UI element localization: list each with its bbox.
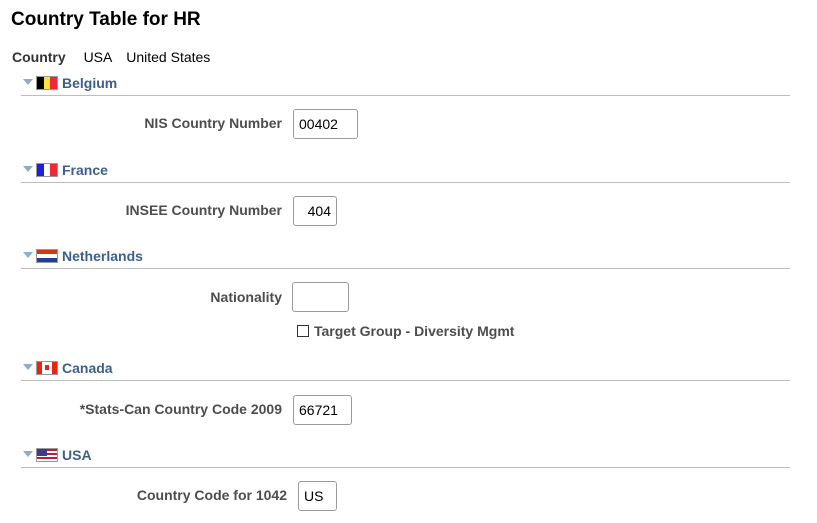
insee-country-number-input[interactable]: 404: [293, 196, 337, 226]
stats-can-country-code-input[interactable]: 66721: [293, 395, 352, 425]
belgium-flag-icon: [36, 76, 58, 90]
section-title[interactable]: France: [62, 162, 108, 178]
country-code-1042-label: Country Code for 1042: [136, 487, 287, 503]
section-netherlands: Netherlands: [21, 246, 790, 269]
insee-country-number-label: INSEE Country Number: [125, 202, 282, 218]
country-code: USA: [83, 49, 113, 65]
section-header-usa[interactable]: USA: [21, 445, 790, 468]
netherlands-flag-icon: [36, 249, 58, 263]
section-header-netherlands[interactable]: Netherlands: [21, 246, 790, 269]
section-usa: USA: [21, 445, 790, 468]
nationality-label: Nationality: [210, 289, 282, 305]
collapse-triangle-icon[interactable]: [23, 364, 33, 370]
country-key-row: Country USA United States: [12, 49, 210, 65]
section-header-belgium[interactable]: Belgium: [21, 73, 790, 96]
target-group-checkbox-label[interactable]: Target Group - Diversity Mgmt: [314, 323, 514, 339]
country-name: United States: [126, 49, 211, 65]
nationality-input[interactable]: [292, 282, 349, 312]
section-canada: Canada: [21, 358, 790, 381]
section-header-canada[interactable]: Canada: [21, 358, 790, 381]
page-title: Country Table for HR: [11, 9, 201, 30]
section-france: France: [21, 160, 790, 183]
country-label: Country: [12, 49, 66, 65]
section-title[interactable]: Netherlands: [62, 248, 143, 264]
section-title[interactable]: USA: [62, 447, 92, 463]
section-belgium: Belgium: [21, 73, 790, 96]
section-title[interactable]: Belgium: [62, 75, 117, 91]
section-header-france[interactable]: France: [21, 160, 790, 183]
collapse-triangle-icon[interactable]: [23, 451, 33, 457]
target-group-checkbox[interactable]: [297, 325, 309, 337]
france-flag-icon: [36, 163, 58, 177]
nis-country-number-input[interactable]: 00402: [293, 109, 358, 139]
stats-can-country-code-label: *Stats-Can Country Code 2009: [79, 401, 282, 417]
collapse-triangle-icon[interactable]: [23, 79, 33, 85]
collapse-triangle-icon[interactable]: [23, 166, 33, 172]
section-title[interactable]: Canada: [62, 360, 113, 376]
collapse-triangle-icon[interactable]: [23, 252, 33, 258]
nis-country-number-label: NIS Country Number: [144, 115, 282, 131]
country-code-1042-input[interactable]: US: [298, 481, 337, 511]
canada-flag-icon: [36, 361, 58, 375]
usa-flag-icon: [36, 448, 58, 462]
